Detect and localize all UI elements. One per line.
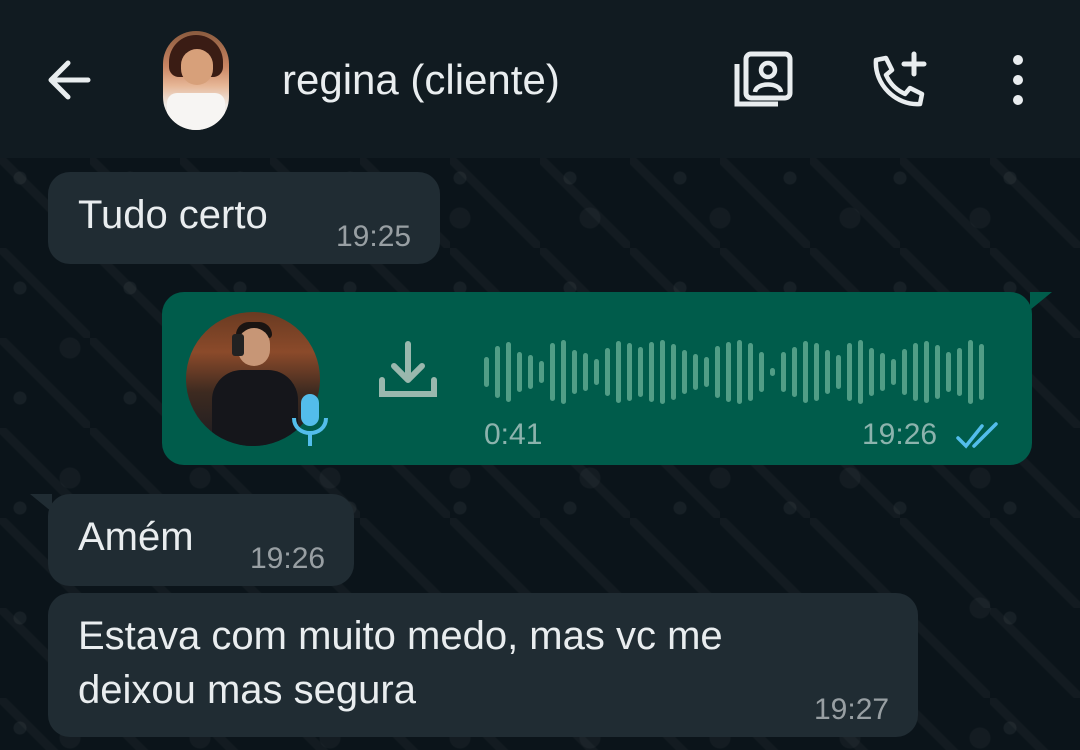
message-text-line-1: Estava com muito medo, mas vc me [78,614,723,658]
waveform-bar [583,353,588,391]
waveform-bar [638,347,643,397]
contact-avatar[interactable] [163,31,229,130]
waveform-bar [891,359,896,385]
waveform-bar [902,349,907,395]
waveform-bar [770,368,775,376]
waveform-bar [671,344,676,400]
waveform-bar [759,352,764,392]
message-time: 19:26 [862,418,938,451]
call-add-icon [873,51,927,107]
voice-duration: 0:41 [484,418,543,451]
waveform-bar [726,342,731,402]
waveform-bar [880,353,885,391]
message-text: Amém [78,515,194,559]
bubble-tail [1030,292,1052,310]
waveform-bar [913,343,918,401]
voice-message-bubble[interactable]: 0:41 19:26 [162,292,1032,465]
chat-title[interactable]: regina (cliente) [282,52,560,108]
waveform-bar [506,342,511,402]
waveform-bar [605,348,610,396]
waveform-bar [495,346,500,398]
waveform-bar [847,343,852,401]
message-bubble-incoming[interactable]: Tudo certo 19:25 [48,172,440,264]
more-vert-icon [1013,55,1023,105]
waveform-bar [649,342,654,402]
message-bubble-incoming[interactable]: Estava com muito medo, mas vc me deixou … [48,593,918,737]
waveform-bar [561,340,566,404]
download-icon [379,341,437,397]
waveform-bar [528,355,533,389]
waveform-bar [594,359,599,385]
waveform-bar [825,350,830,394]
waveform-bar [957,348,962,396]
waveform-bar [550,343,555,401]
waveform-bar [869,348,874,396]
waveform-bar [924,341,929,403]
back-button[interactable] [40,52,96,108]
audio-waveform[interactable] [484,332,996,412]
waveform-bar [836,355,841,389]
waveform-bar [946,352,951,392]
waveform-bar [693,354,698,390]
waveform-bar [803,341,808,403]
waveform-bar [539,361,544,383]
read-receipt-icon [956,422,998,449]
message-time: 19:27 [814,693,890,726]
waveform-bar [517,352,522,392]
waveform-bar [979,344,984,400]
contacts-button[interactable] [732,50,794,110]
message-time: 19:26 [250,542,326,575]
arrow-left-icon [48,60,91,100]
message-bubble-incoming[interactable]: Amém 19:26 [48,494,354,586]
waveform-bar [935,345,940,399]
waveform-bar [814,343,819,401]
download-button[interactable] [372,336,444,408]
waveform-bar [682,350,687,394]
chat-header: regina (cliente) [0,0,1080,158]
waveform-bar [748,343,753,401]
waveform-bar [484,357,489,387]
menu-button[interactable] [998,50,1038,110]
waveform-bar [627,343,632,401]
message-text-line-2: deixou mas segura [78,668,416,712]
call-button[interactable] [868,50,930,110]
waveform-bar [704,357,709,387]
waveform-bar [737,340,742,404]
message-time: 19:25 [336,220,412,253]
waveform-bar [792,347,797,397]
message-text: Tudo certo [78,193,268,237]
waveform-bar [715,346,720,398]
waveform-bar [572,350,577,394]
waveform-bar [968,340,973,404]
waveform-bar [781,352,786,392]
contact-card-icon [734,51,793,107]
mic-icon [290,392,330,450]
waveform-bar [858,340,863,404]
waveform-bar [616,341,621,403]
waveform-bar [660,340,665,404]
